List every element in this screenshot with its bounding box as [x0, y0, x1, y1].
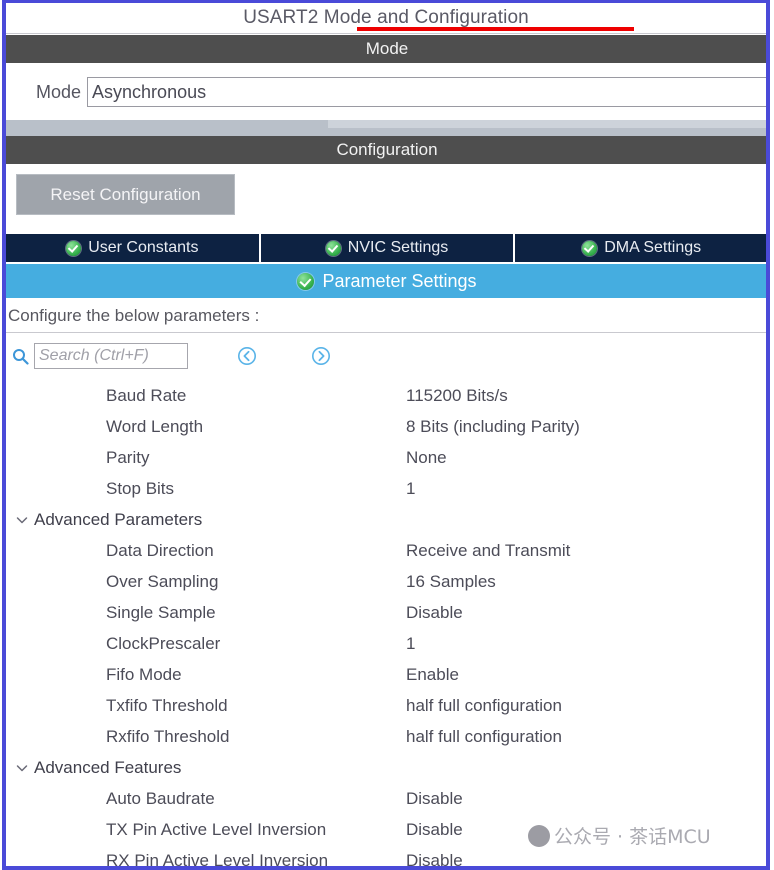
window-border-top: [2, 0, 770, 3]
settings-tab-strip: User Constants NVIC Settings DMA Setting…: [6, 234, 769, 262]
parameter-name: Stop Bits: [106, 478, 175, 498]
window-border-right: [766, 0, 770, 870]
parameter-row[interactable]: ClockPrescaler 1: [6, 628, 768, 659]
mode-section-header-label: Mode: [365, 39, 409, 58]
parameter-name: TX Pin Active Level Inversion: [106, 819, 327, 839]
parameter-value[interactable]: half full configuration: [406, 727, 562, 747]
parameter-group-label: Advanced Features: [34, 757, 182, 777]
parameter-name: Txfifo Threshold: [106, 695, 228, 715]
parameter-value[interactable]: Disable: [406, 789, 463, 809]
parameter-search-row: [6, 336, 768, 376]
parameter-value[interactable]: Disable: [406, 851, 463, 867]
parameter-name: ClockPrescaler: [106, 633, 221, 653]
parameter-row[interactable]: RX Pin Active Level Inversion Disable: [6, 845, 768, 867]
configure-hint-row: Configure the below parameters :: [6, 300, 768, 333]
horizontal-scrollbar-thumb[interactable]: [328, 120, 768, 128]
title-divider: [6, 33, 768, 34]
tab-parameter-settings-label: Parameter Settings: [322, 270, 477, 291]
configuration-section-header-label: Configuration: [336, 140, 438, 159]
tab-dma-settings[interactable]: DMA Settings: [515, 234, 769, 262]
title-red-underline-annotation: [357, 27, 634, 31]
parameter-row[interactable]: Rxfifo Threshold half full configuration: [6, 721, 768, 752]
mode-select-value: Asynchronous: [92, 81, 207, 102]
chevron-right-circle-icon[interactable]: [311, 346, 331, 366]
parameter-row[interactable]: Parity None: [6, 442, 768, 473]
parameter-name: Single Sample: [106, 602, 216, 622]
parameter-value[interactable]: Receive and Transmit: [406, 541, 570, 561]
chevron-down-icon[interactable]: [14, 760, 30, 776]
chevron-down-icon[interactable]: [14, 512, 30, 528]
parameter-group-header[interactable]: Advanced Parameters: [6, 504, 768, 535]
parameter-row[interactable]: Fifo Mode Enable: [6, 659, 768, 690]
parameter-value[interactable]: 1: [406, 479, 415, 499]
tab-parameter-settings[interactable]: Parameter Settings: [6, 264, 768, 298]
parameter-name: Fifo Mode: [106, 664, 182, 684]
parameter-value[interactable]: 16 Samples: [406, 572, 496, 592]
usart2-configuration-window: USART2 Mode and Configuration Mode Mode …: [0, 0, 774, 870]
parameter-group-header[interactable]: Advanced Features: [6, 752, 768, 783]
tab-nvic-settings-label: NVIC Settings: [347, 239, 449, 256]
parameter-list[interactable]: Baud Rate 115200 Bits/s Word Length 8 Bits …: [6, 380, 768, 866]
parameter-value[interactable]: 8 Bits (including Parity): [406, 417, 580, 437]
parameter-row[interactable]: Word Length 8 Bits (including Parity): [6, 411, 768, 442]
parameter-name: Parity: [106, 447, 150, 467]
parameter-row[interactable]: Stop Bits 1: [6, 473, 768, 504]
green-check-icon: [66, 240, 82, 256]
parameter-name: Rxfifo Threshold: [106, 726, 230, 746]
window-border-left: [2, 0, 6, 870]
reset-configuration-button[interactable]: Reset Configuration: [16, 174, 235, 215]
tab-dma-settings-label: DMA Settings: [604, 239, 702, 256]
parameter-name: Over Sampling: [106, 571, 219, 591]
parameter-row[interactable]: Txfifo Threshold half full configuration: [6, 690, 768, 721]
search-input[interactable]: [34, 343, 188, 369]
parameter-value[interactable]: 1: [406, 634, 415, 654]
mode-row: Mode Asynchronous: [6, 64, 769, 120]
green-check-icon: [325, 240, 341, 256]
green-check-icon: [582, 240, 598, 256]
chevron-left-circle-icon[interactable]: [237, 346, 257, 366]
parameter-value[interactable]: Enable: [406, 665, 459, 685]
parameter-value[interactable]: 115200 Bits/s: [406, 386, 508, 406]
configuration-section-header: Configuration: [6, 136, 768, 164]
parameter-value[interactable]: Disable: [406, 603, 463, 623]
horizontal-scrollbar[interactable]: [6, 120, 768, 136]
parameter-value[interactable]: Disable: [406, 820, 463, 840]
parameter-row[interactable]: Data Direction Receive and Transmit: [6, 535, 768, 566]
parameter-row[interactable]: Baud Rate 115200 Bits/s: [6, 380, 768, 411]
tab-user-constants-label: User Constants: [88, 239, 199, 256]
configuration-body: Reset Configuration: [6, 164, 768, 234]
parameter-name: Word Length: [106, 416, 204, 436]
tab-nvic-settings[interactable]: NVIC Settings: [260, 234, 516, 262]
parameter-row[interactable]: Single Sample Disable: [6, 597, 768, 628]
green-check-icon: [297, 272, 315, 290]
tab-user-constants[interactable]: User Constants: [6, 234, 261, 262]
mode-section-header: Mode: [6, 35, 768, 63]
parameter-row[interactable]: Auto Baudrate Disable: [6, 783, 768, 814]
parameter-row[interactable]: TX Pin Active Level Inversion Disable: [6, 814, 768, 845]
configure-hint-text: Configure the below parameters :: [8, 306, 260, 325]
search-icon: [12, 348, 29, 365]
parameter-name: Data Direction: [106, 540, 214, 560]
mode-field-label: Mode: [36, 81, 82, 102]
parameter-name: Baud Rate: [106, 385, 187, 405]
reset-configuration-button-label: Reset Configuration: [50, 184, 201, 204]
parameter-name: Auto Baudrate: [106, 788, 215, 808]
parameter-row[interactable]: Over Sampling 16 Samples: [6, 566, 768, 597]
parameter-name: RX Pin Active Level Inversion: [106, 850, 329, 867]
parameter-group-label: Advanced Parameters: [34, 509, 203, 529]
mode-select[interactable]: Asynchronous: [87, 77, 769, 107]
parameter-value[interactable]: None: [406, 448, 447, 468]
parameter-value[interactable]: half full configuration: [406, 696, 562, 716]
page-title-text: USART2 Mode and Configuration: [243, 7, 529, 28]
window-border-bottom: [2, 866, 770, 870]
